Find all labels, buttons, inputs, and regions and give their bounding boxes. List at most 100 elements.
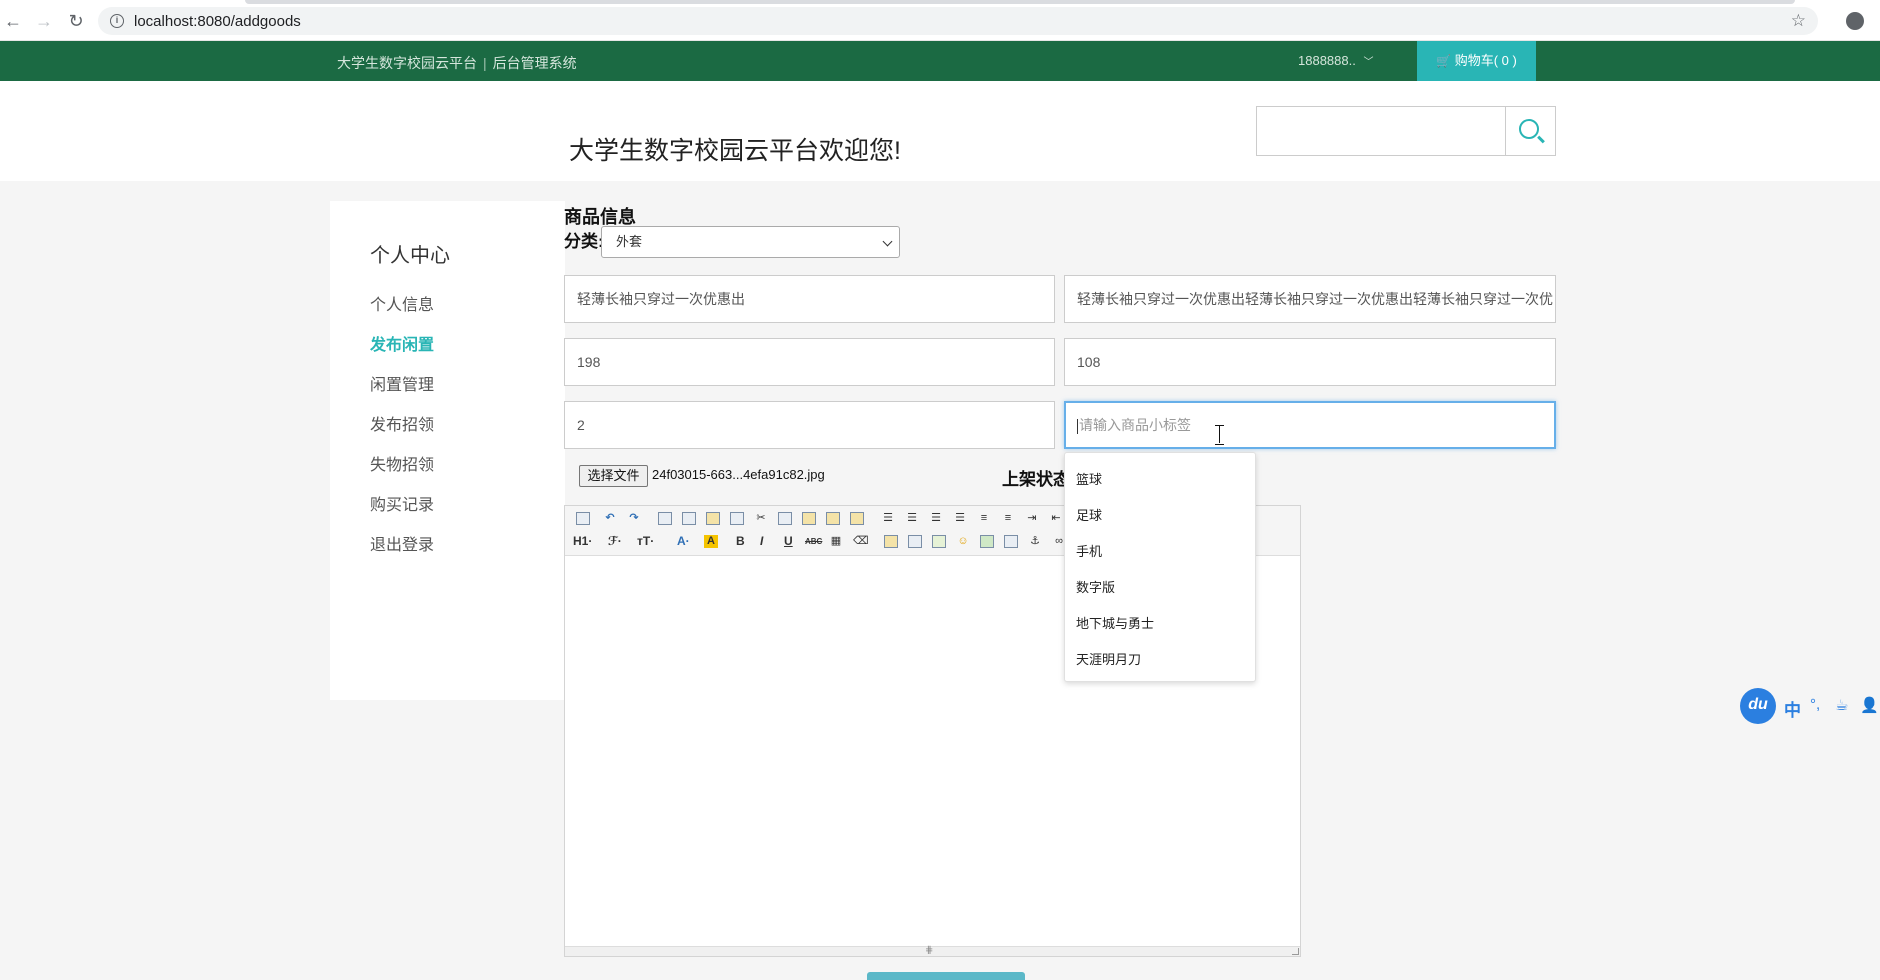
list-item[interactable]: 数字版: [1076, 577, 1115, 596]
url-text[interactable]: localhost:8080/addgoods: [134, 13, 301, 30]
editor-statusbar: ⋕: [565, 946, 1300, 956]
underline-button[interactable]: U: [784, 535, 793, 548]
ordered-list-icon[interactable]: ≡: [977, 512, 991, 525]
baidu-ime-logo-icon[interactable]: du: [1740, 688, 1776, 724]
redo-icon[interactable]: ↷: [627, 512, 641, 525]
highlight-color-menu[interactable]: A: [704, 535, 718, 548]
paste-word-icon[interactable]: [850, 512, 864, 525]
ime-skin-icon[interactable]: ☕: [1835, 696, 1848, 714]
print-icon[interactable]: [682, 512, 696, 525]
user-menu[interactable]: 1888888.. ﹀: [1298, 53, 1373, 68]
address-bar[interactable]: i localhost:8080/addgoods ☆: [98, 7, 1818, 35]
goods-desc-input[interactable]: 轻薄长袖只穿过一次优惠出轻薄长袖只穿过一次优惠出轻薄长袖只穿过一次优: [1064, 275, 1556, 323]
tag-placeholder: 请输入商品小标签: [1079, 417, 1191, 433]
search-button[interactable]: [1506, 106, 1556, 156]
font-size-menu[interactable]: ᴛT·: [637, 535, 654, 548]
strikethrough-button[interactable]: ABC: [805, 535, 822, 548]
count-input[interactable]: 2: [564, 401, 1055, 449]
category-value: 外套: [616, 234, 643, 249]
top-nav-bar: 大学生数字校园云平台 | 后台管理系统 1888888.. ﹀ 🛒 购物车( 0 ): [0, 41, 1880, 81]
indent-icon[interactable]: ⇥: [1025, 512, 1039, 525]
resize-grip-icon[interactable]: ⋕: [925, 946, 933, 956]
text-cursor-icon: [1215, 425, 1224, 445]
price-input[interactable]: 198: [564, 338, 1055, 386]
list-item[interactable]: 手机: [1076, 541, 1102, 560]
source-icon[interactable]: [576, 512, 590, 525]
sidebar-item-purchase-history[interactable]: 购买记录: [370, 491, 434, 515]
align-right-icon[interactable]: ☰: [929, 512, 943, 525]
insert-row-icon[interactable]: [884, 535, 898, 548]
list-item[interactable]: 地下城与勇士: [1076, 613, 1154, 632]
reload-icon[interactable]: ↻: [65, 10, 87, 32]
tag-suggestion-list: 篮球 足球 手机 数字版 地下城与勇士 天涯明月刀: [1064, 452, 1256, 682]
search-input[interactable]: [1256, 106, 1506, 156]
sidebar: 个人中心 个人信息 发布闲置 闲置管理 发布招领 失物招领 购买记录 退出登录: [330, 201, 565, 700]
heading-menu[interactable]: H1·: [573, 535, 592, 548]
goods-name-input[interactable]: 轻薄长袖只穿过一次优惠出: [564, 275, 1055, 323]
separator: |: [483, 55, 487, 71]
align-center-icon[interactable]: ☰: [905, 512, 919, 525]
sidebar-item-lost-found[interactable]: 失物招领: [370, 451, 434, 475]
ime-punctuation-icon[interactable]: °,: [1810, 696, 1820, 713]
site-info-icon[interactable]: i: [110, 14, 124, 28]
choose-file-button[interactable]: 选择文件: [579, 465, 648, 487]
template-icon[interactable]: [706, 512, 720, 525]
justify-icon[interactable]: ☰: [953, 512, 967, 525]
anchor-icon[interactable]: ⚓: [1028, 535, 1042, 548]
cut-icon[interactable]: ✂: [754, 512, 768, 525]
category-label: 分类:: [564, 232, 604, 251]
original-price-input[interactable]: 108: [1064, 338, 1556, 386]
forward-arrow-icon[interactable]: →: [33, 10, 55, 32]
back-arrow-icon[interactable]: ←: [2, 10, 24, 32]
page-break-icon[interactable]: [1004, 535, 1018, 548]
code-icon[interactable]: [730, 512, 744, 525]
tab-strip-edge: [0, 0, 1880, 4]
list-item[interactable]: 天涯明月刀: [1076, 649, 1141, 668]
paste-icon[interactable]: [802, 512, 816, 525]
category-select[interactable]: 外套: [601, 226, 900, 258]
resize-corner-icon[interactable]: [1292, 948, 1299, 955]
ime-language-toggle[interactable]: 中: [1784, 696, 1801, 721]
preview-icon[interactable]: [658, 512, 672, 525]
align-left-icon[interactable]: ☰: [881, 512, 895, 525]
font-menu[interactable]: ℱ·: [608, 535, 622, 548]
insert-table-icon[interactable]: [908, 535, 922, 548]
site-name-link[interactable]: 大学生数字校园云平台: [337, 55, 477, 71]
sidebar-item-idle-manage[interactable]: 闲置管理: [370, 371, 434, 395]
user-name: 1888888..: [1298, 53, 1356, 68]
sidebar-item-logout[interactable]: 退出登录: [370, 531, 434, 555]
sidebar-item-profile[interactable]: 个人信息: [370, 291, 434, 315]
sidebar-item-publish-found[interactable]: 发布招领: [370, 411, 434, 435]
italic-button[interactable]: I: [760, 535, 763, 548]
insert-column-icon[interactable]: [932, 535, 946, 548]
sidebar-item-publish-idle[interactable]: 发布闲置: [370, 331, 434, 355]
ime-user-icon[interactable]: 👤: [1860, 696, 1879, 714]
cart-icon: 🛒: [1436, 54, 1452, 68]
cart-button[interactable]: 🛒 购物车( 0 ): [1417, 41, 1536, 81]
undo-icon[interactable]: ↶: [603, 512, 617, 525]
copy-icon[interactable]: [778, 512, 792, 525]
file-name: 24f03015-663...4efa91c82.jpg: [652, 467, 825, 482]
emoji-icon[interactable]: ☺: [956, 535, 970, 548]
list-item[interactable]: 篮球: [1076, 469, 1102, 488]
eraser-icon[interactable]: ⌫: [853, 535, 869, 548]
outdent-icon[interactable]: ⇤: [1049, 512, 1063, 525]
bookmark-star-icon[interactable]: ☆: [1791, 11, 1806, 31]
status-label: 上架状态: [1002, 470, 1070, 489]
list-item[interactable]: 足球: [1076, 505, 1102, 524]
bold-button[interactable]: B: [736, 535, 745, 548]
site-links: 大学生数字校园云平台 | 后台管理系统: [337, 53, 577, 73]
text-caret: [1077, 418, 1078, 434]
paste-text-icon[interactable]: [826, 512, 840, 525]
image-icon[interactable]: [980, 535, 994, 548]
font-color-menu[interactable]: A·: [677, 535, 690, 548]
profile-avatar-icon[interactable]: [1846, 12, 1864, 30]
table-grid-icon[interactable]: ▦: [829, 535, 843, 548]
unordered-list-icon[interactable]: ≡: [1001, 512, 1015, 525]
chevron-down-icon: ﹀: [1363, 57, 1374, 68]
ime-toolbar[interactable]: du 中 °, ☕ 👤: [1740, 688, 1880, 724]
browser-chrome: ← → ↻ i localhost:8080/addgoods ☆: [0, 0, 1880, 41]
admin-link[interactable]: 后台管理系统: [493, 55, 577, 71]
tag-input[interactable]: 请输入商品小标签: [1064, 401, 1556, 449]
submit-button[interactable]: [867, 972, 1025, 980]
